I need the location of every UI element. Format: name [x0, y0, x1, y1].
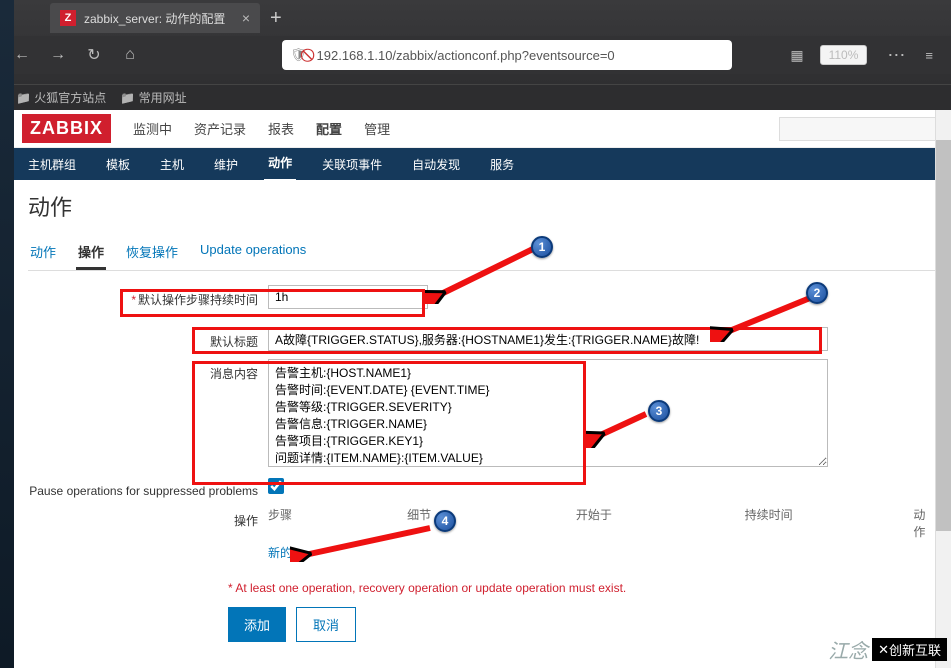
- watermark-brand: ✕创新互联: [872, 638, 947, 661]
- ops-label: 操作: [234, 514, 258, 528]
- nav-inventory[interactable]: 资产记录: [194, 119, 246, 138]
- annotation-number-3: 3: [648, 400, 670, 422]
- browser-tab[interactable]: Z zabbix_server: 动作的配置 ×: [50, 3, 260, 33]
- url-text: 192.168.1.10/zabbix/actionconf.php?event…: [317, 48, 615, 63]
- nav-reports[interactable]: 报表: [268, 119, 294, 138]
- address-bar: ← → ↻ ⌂ 🛡 ⃠ 192.168.1.10/zabbix/actionco…: [0, 36, 951, 74]
- tab-action[interactable]: 动作: [28, 236, 58, 270]
- search-input[interactable]: [779, 117, 949, 141]
- subnav-hostgroups[interactable]: 主机群组: [24, 148, 80, 181]
- form: *默认操作步骤持续时间 默认标题 消息内容 Pause operations f…: [28, 285, 937, 642]
- pause-checkbox[interactable]: [268, 478, 284, 494]
- add-button[interactable]: 添加: [228, 607, 286, 642]
- zabbix-logo[interactable]: ZABBIX: [22, 114, 111, 143]
- subnav-discovery[interactable]: 自动发现: [408, 148, 464, 181]
- ops-table-header: 步骤 细节 开始于 持续时间 动作: [268, 506, 937, 540]
- forward-button[interactable]: →: [44, 41, 72, 69]
- nav-admin[interactable]: 管理: [364, 119, 390, 138]
- tab-bar: Z zabbix_server: 动作的配置 × +: [0, 0, 951, 36]
- browser-chrome: Z zabbix_server: 动作的配置 × + ← → ↻ ⌂ 🛡 ⃠ 1…: [0, 0, 951, 84]
- page-actions-icon[interactable]: ⋯: [887, 45, 905, 66]
- annotation-number-1: 1: [531, 236, 553, 258]
- sub-nav: 主机群组 模板 主机 维护 动作 关联项事件 自动发现 服务: [14, 148, 951, 180]
- home-button[interactable]: ⌂: [116, 41, 144, 69]
- library-icon[interactable]: ≡: [925, 48, 933, 63]
- watermark: 江念 ✕创新互联: [828, 635, 947, 664]
- watermark-name: 江念: [828, 635, 868, 664]
- window-left-edge: [0, 0, 14, 668]
- required-footnote: At least one operation, recovery operati…: [228, 581, 937, 595]
- subject-label: 默认标题: [210, 335, 258, 349]
- form-tabs: 动作 操作 恢复操作 Update operations: [28, 236, 937, 271]
- page-title: 动作: [28, 190, 937, 222]
- ops-col-start: 开始于: [576, 506, 665, 540]
- cancel-button[interactable]: 取消: [296, 607, 356, 642]
- new-operation-link[interactable]: 新的: [268, 546, 292, 560]
- subnav-templates[interactable]: 模板: [102, 148, 134, 181]
- tab-favicon: Z: [60, 10, 76, 26]
- tab-title: zabbix_server: 动作的配置: [84, 10, 225, 27]
- tab-operations[interactable]: 操作: [76, 236, 106, 270]
- subnav-services[interactable]: 服务: [486, 148, 518, 181]
- reload-button[interactable]: ↻: [80, 41, 108, 69]
- shield-icon: 🛡: [290, 47, 307, 63]
- new-tab-button[interactable]: +: [270, 7, 282, 30]
- annotation-number-4: 4: [434, 510, 456, 532]
- subnav-correlation[interactable]: 关联项事件: [318, 148, 386, 181]
- page-content: 动作 动作 操作 恢复操作 Update operations *默认操作步骤持…: [14, 180, 951, 660]
- ops-col-duration: 持续时间: [745, 506, 834, 540]
- pause-label: Pause operations for suppressed problems: [29, 484, 258, 498]
- scroll-thumb[interactable]: [936, 140, 951, 531]
- duration-label: 默认操作步骤持续时间: [138, 293, 258, 307]
- bookmarks-bar: 火狐官方站点 常用网址: [0, 84, 951, 110]
- url-box[interactable]: 🛡 ⃠ 192.168.1.10/zabbix/actionconf.php?e…: [282, 40, 732, 70]
- tab-close-icon[interactable]: ×: [242, 10, 250, 26]
- nav-monitoring[interactable]: 监测中: [133, 119, 172, 138]
- duration-input[interactable]: [268, 285, 428, 309]
- annotation-number-2: 2: [806, 282, 828, 304]
- subnav-hosts[interactable]: 主机: [156, 148, 188, 181]
- bookmark-folder[interactable]: 火狐官方站点: [16, 89, 106, 106]
- subject-input[interactable]: [268, 327, 828, 351]
- message-label: 消息内容: [210, 367, 258, 381]
- reader-icon[interactable]: ▦: [790, 47, 803, 64]
- message-textarea[interactable]: [268, 359, 828, 467]
- nav-config[interactable]: 配置: [316, 119, 342, 138]
- subnav-actions[interactable]: 动作: [264, 146, 296, 182]
- zoom-level[interactable]: 110%: [820, 45, 868, 65]
- tab-update[interactable]: Update operations: [198, 236, 308, 270]
- ops-col-step: 步骤: [268, 506, 327, 540]
- bookmark-folder[interactable]: 常用网址: [120, 89, 186, 106]
- zabbix-header: ZABBIX 监测中 资产记录 报表 配置 管理: [14, 110, 951, 148]
- subnav-maintenance[interactable]: 维护: [210, 148, 242, 181]
- vertical-scrollbar[interactable]: [935, 110, 951, 668]
- ops-col-action: 动作: [913, 506, 937, 540]
- tab-recovery[interactable]: 恢复操作: [124, 236, 180, 270]
